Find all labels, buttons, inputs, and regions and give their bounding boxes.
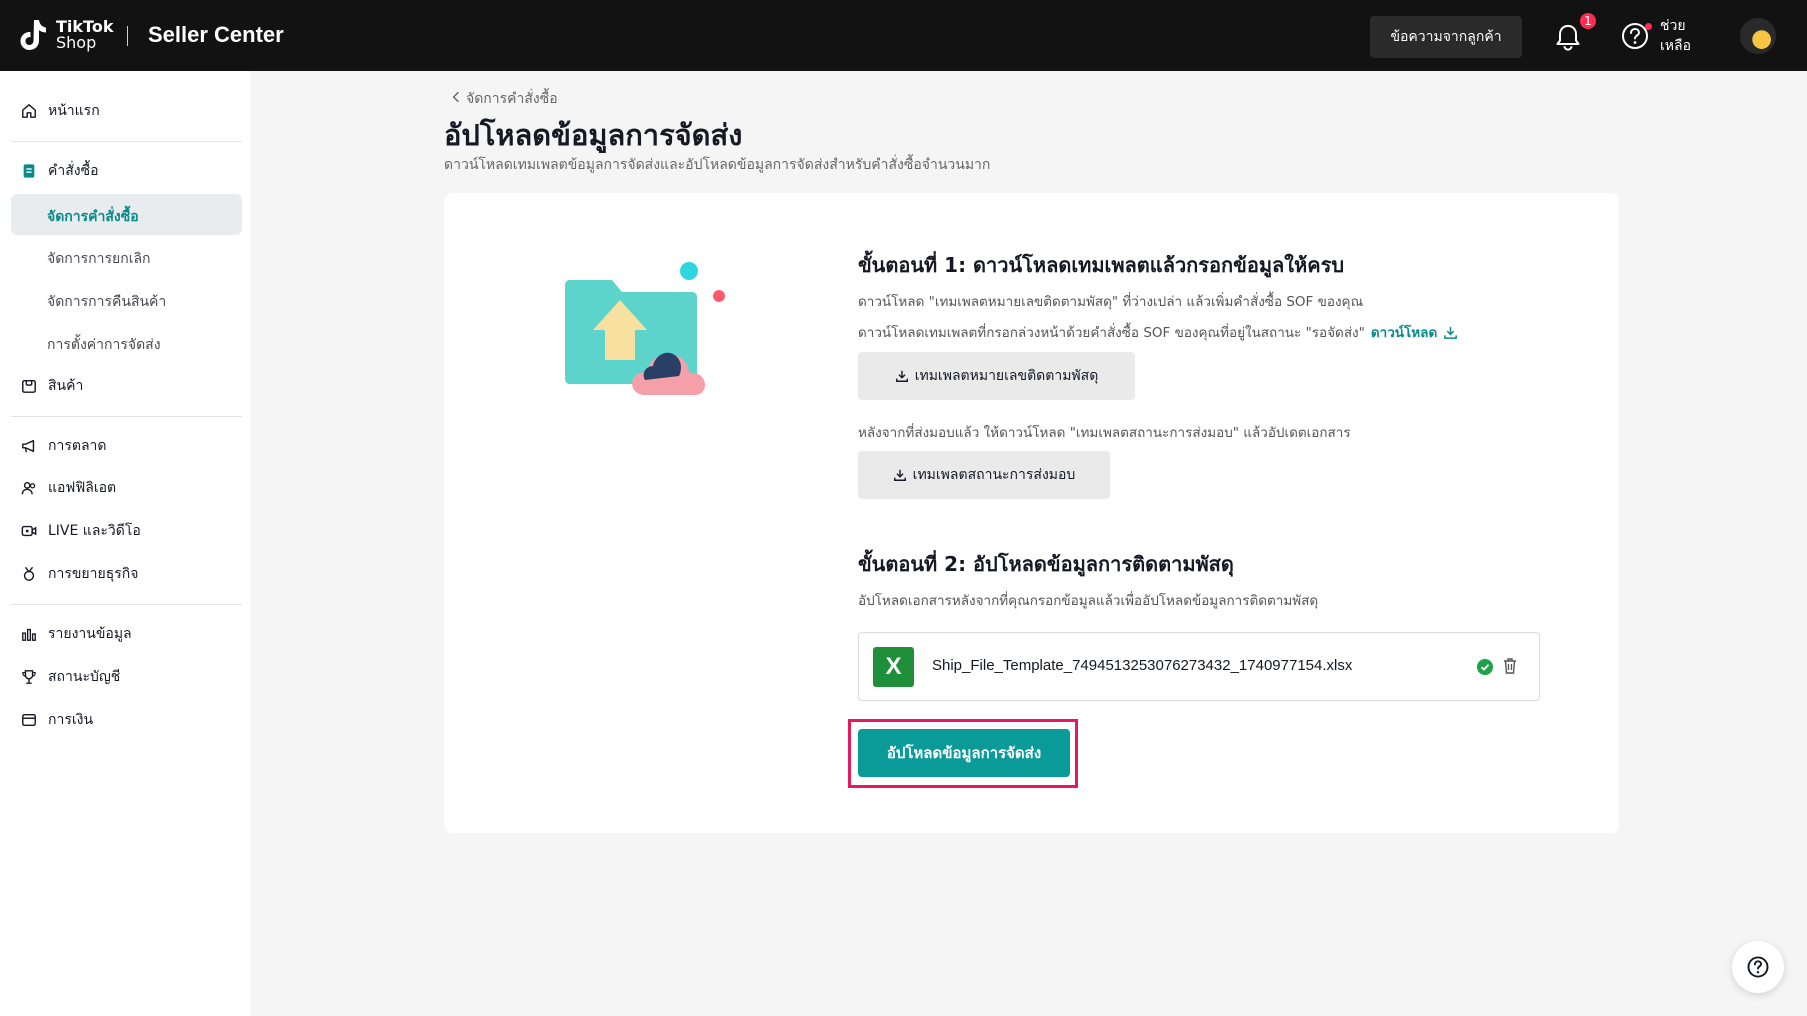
- upload-shipping-button[interactable]: อัปโหลดข้อมูลการจัดส่ง: [858, 729, 1070, 777]
- trash-icon[interactable]: [1502, 657, 1518, 675]
- handover-template-button[interactable]: เทมเพลตสถานะการส่งมอบ: [858, 451, 1110, 499]
- page-description: ดาวน์โหลดเทมเพลตข้อมูลการจัดส่งและอัปโหล…: [444, 157, 991, 173]
- sidebar-label: แอฟฟิลิเอต: [48, 480, 117, 496]
- chevron-left-icon: [452, 91, 460, 107]
- sidebar-subitem-shipping-settings[interactable]: การตั้งค่าการจัดส่ง: [47, 334, 161, 356]
- sidebar-item-growth[interactable]: การขยายธุรกิจ: [20, 563, 138, 585]
- sidebar-item-products[interactable]: สินค้า: [20, 375, 83, 397]
- sidebar-label: สถานะบัญชี: [48, 669, 121, 685]
- logo-text: TikTok Shop: [56, 19, 113, 51]
- breadcrumb[interactable]: จัดการคำสั่งซื้อ: [452, 88, 558, 110]
- download-prefilled-link[interactable]: ดาวน์โหลด: [1371, 321, 1437, 343]
- sidebar: หน้าแรก คำสั่งซื้อ จัดการคำสั่งซื้อ จัดก…: [0, 71, 251, 1016]
- step2-title: ขั้นตอนที่ 2: อัปโหลดข้อมูลการติดตามพัสด…: [858, 552, 1234, 576]
- sidebar-item-reports[interactable]: รายงานข้อมูล: [20, 623, 132, 645]
- page-title: อัปโหลดข้อมูลการจัดส่ง: [444, 118, 743, 152]
- avatar[interactable]: [1740, 18, 1776, 54]
- sidebar-item-orders[interactable]: คำสั่งซื้อ: [20, 160, 99, 182]
- sidebar-label: การขยายธุรกิจ: [48, 566, 139, 582]
- sidebar-label: หน้าแรก: [48, 103, 100, 119]
- folder-upload-illustration: [565, 262, 725, 395]
- breadcrumb-link[interactable]: จัดการคำสั่งซื้อ: [466, 88, 558, 110]
- top-header: TikTok Shop Seller Center ข้อความจากลูกค…: [0, 0, 1807, 71]
- uploaded-file-row: X Ship_File_Template_7494513253076273432…: [858, 632, 1540, 701]
- header-divider: [127, 26, 128, 46]
- help-label: ช่วยเหลือ: [1660, 18, 1692, 54]
- sidebar-item-home[interactable]: หน้าแรก: [20, 100, 100, 122]
- step1-line2: ดาวน์โหลดเทมเพลตที่กรอกล่วงหน้าด้วยคำสั่…: [858, 325, 1365, 341]
- video-icon: [20, 522, 38, 540]
- sidebar-item-affiliate[interactable]: แอฟฟิลิเอต: [20, 477, 116, 499]
- sidebar-label: คำสั่งซื้อ: [48, 163, 99, 179]
- sidebar-separator: [11, 141, 242, 142]
- sidebar-label: รายงานข้อมูล: [48, 626, 132, 642]
- sidebar-label: สินค้า: [48, 378, 84, 394]
- step1-line2-row: ดาวน์โหลดเทมเพลตที่กรอกล่วงหน้าด้วยคำสั่…: [858, 321, 1458, 343]
- sidebar-subitem-manage-orders[interactable]: จัดการคำสั่งซื้อ: [47, 206, 139, 228]
- tiktok-shop-logo[interactable]: TikTok Shop: [18, 18, 113, 52]
- sidebar-item-finance[interactable]: การเงิน: [20, 709, 93, 731]
- help-dot: [1645, 23, 1652, 30]
- excel-file-icon: X: [873, 647, 914, 687]
- file-name: Ship_File_Template_7494513253076273432_1…: [932, 657, 1353, 674]
- trophy-icon: [20, 668, 38, 686]
- sidebar-item-live-video[interactable]: LIVE และวิดีโอ: [20, 520, 141, 542]
- sidebar-item-marketing[interactable]: การตลาด: [20, 435, 106, 457]
- orders-icon: [20, 162, 38, 180]
- button-label: เทมเพลตหมายเลขติดตามพัสดุ: [914, 368, 1099, 384]
- help-circle-icon: [1620, 21, 1652, 51]
- sidebar-label: LIVE และวิดีโอ: [48, 523, 141, 539]
- sidebar-label: การเงิน: [48, 712, 94, 728]
- sidebar-item-account-health[interactable]: สถานะบัญชี: [20, 666, 120, 688]
- bar-chart-icon: [20, 625, 38, 643]
- tracking-template-button[interactable]: เทมเพลตหมายเลขติดตามพัสดุ: [858, 352, 1135, 400]
- sidebar-separator: [11, 416, 242, 417]
- brand-line2: Shop: [56, 33, 97, 52]
- help-circle-icon: [1747, 956, 1769, 978]
- button-label: เทมเพลตสถานะการส่งมอบ: [912, 467, 1076, 483]
- megaphone-icon: [20, 437, 38, 455]
- step1-line1: ดาวน์โหลด "เทมเพลตหมายเลขติดตามพัสดุ" ที…: [858, 294, 1364, 310]
- home-icon: [20, 102, 38, 120]
- wallet-icon: [20, 711, 38, 729]
- sidebar-label: การตลาด: [48, 438, 107, 454]
- check-circle-icon: [1477, 659, 1493, 675]
- download-icon[interactable]: [1443, 325, 1458, 340]
- tiktok-logo-icon: [20, 20, 46, 51]
- sidebar-subitem-cancellations[interactable]: จัดการการยกเลิก: [47, 248, 151, 270]
- download-icon: [893, 469, 906, 481]
- notification-badge: 1: [1578, 11, 1598, 31]
- sidebar-separator: [11, 604, 242, 605]
- help-menu[interactable]: ช่วยเหลือ: [1620, 16, 1700, 56]
- medal-icon: [20, 565, 38, 583]
- bell-icon[interactable]: [1553, 22, 1583, 52]
- step1-title: ขั้นตอนที่ 1: ดาวน์โหลดเทมเพลตแล้วกรอกข้…: [858, 253, 1345, 277]
- users-icon: [20, 479, 38, 497]
- customer-messages-button[interactable]: ข้อความจากลูกค้า: [1370, 16, 1522, 58]
- floating-help-button[interactable]: [1732, 941, 1784, 993]
- download-icon: [895, 370, 908, 382]
- sidebar-subitem-returns[interactable]: จัดการการคืนสินค้า: [47, 291, 166, 313]
- step1-line3: หลังจากที่ส่งมอบแล้ว ให้ดาวน์โหลด "เทมเพ…: [858, 425, 1351, 441]
- product-box-icon: [20, 377, 38, 395]
- step2-desc: อัปโหลดเอกสารหลังจากที่คุณกรอกข้อมูลแล้ว…: [858, 593, 1319, 609]
- app-title: Seller Center: [148, 22, 284, 47]
